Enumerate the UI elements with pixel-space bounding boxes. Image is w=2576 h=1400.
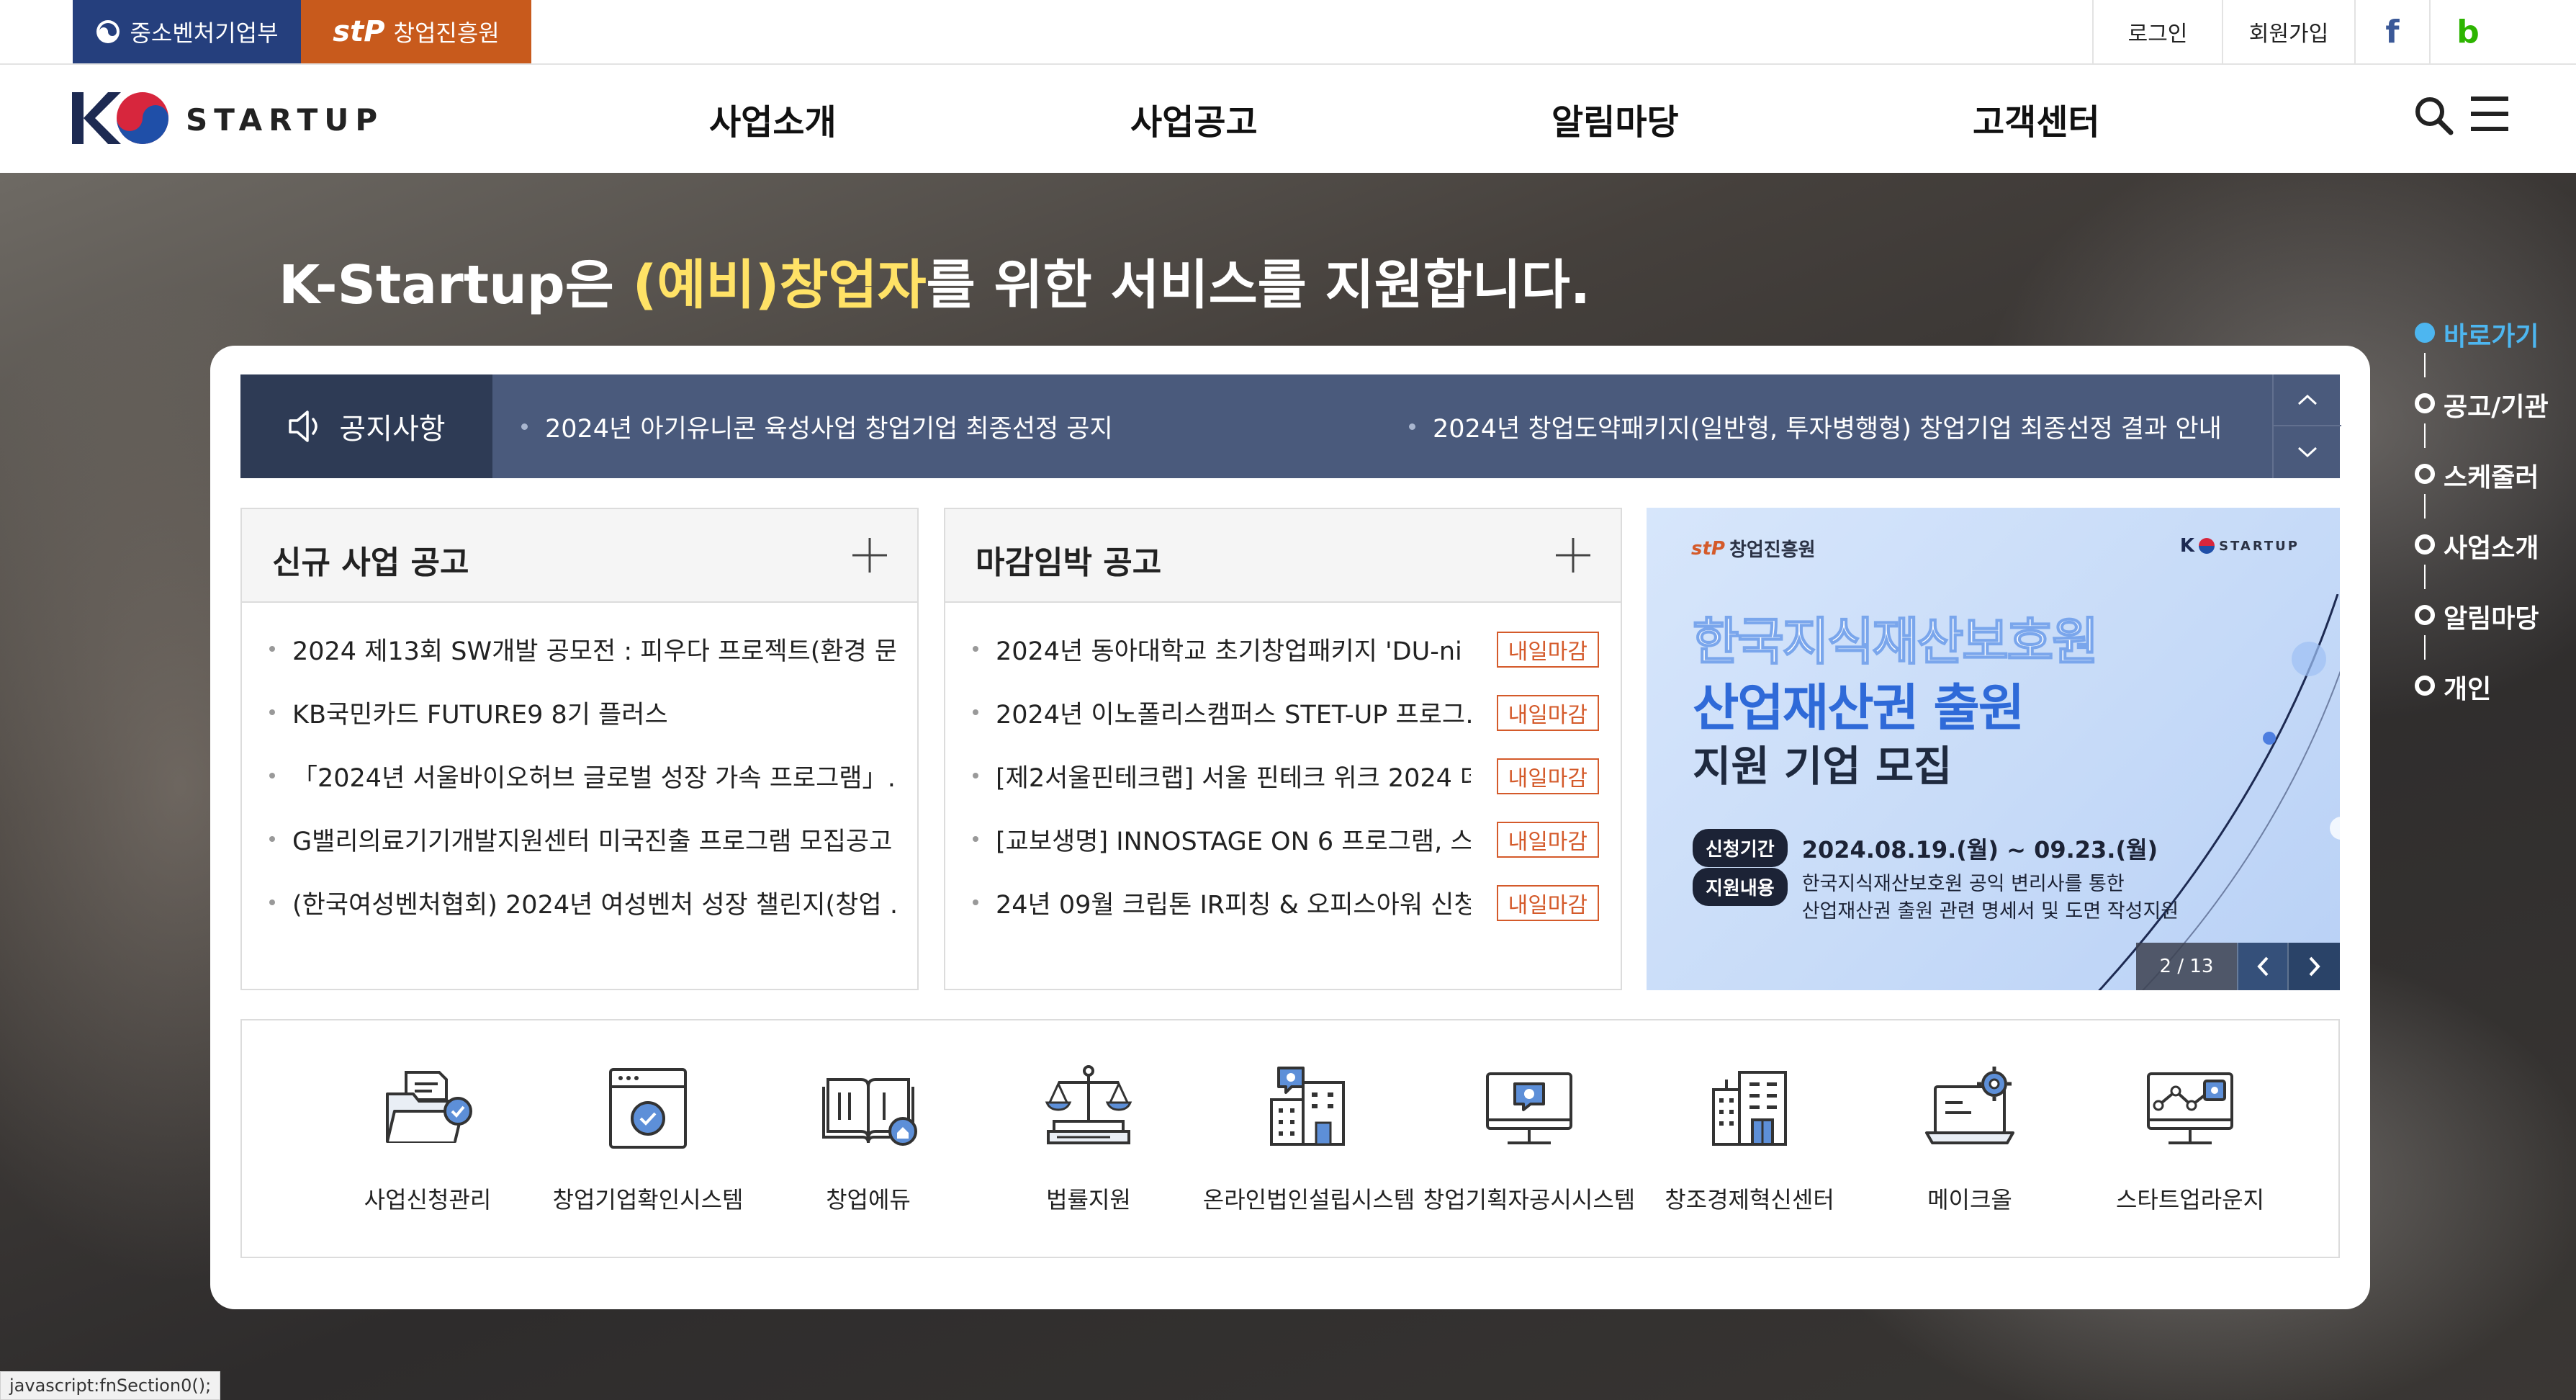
notice-item[interactable]: 2024년 아기유니콘 육성사업 창업기업 최종선정 공지 [521, 374, 1113, 478]
chevron-right-icon[interactable] [2287, 943, 2340, 990]
side-quick-nav: 바로가기 공고/기관 스케줄러 사업소개 알림마당 개인 [2413, 315, 2572, 739]
deadline-badge: 내일마감 [1496, 885, 1599, 921]
plus-icon[interactable] [850, 535, 890, 575]
quick-link-edu[interactable]: 창업에듀 [758, 1058, 978, 1215]
side-nav-news[interactable]: 알림마당 [2413, 598, 2572, 668]
monitor-network-icon [2140, 1058, 2241, 1159]
book-home-icon [818, 1058, 919, 1159]
list-item[interactable]: 2024년 이노폴리스캠퍼스 STET-UP 프로그… 내일마감 [973, 681, 1599, 744]
browser-status-bar: javascript:fnSection0(); [0, 1371, 221, 1400]
quick-link-creative-economy[interactable]: 창조경제혁신센터 [1639, 1058, 1860, 1215]
side-nav-notices[interactable]: 공고/기관 [2413, 386, 2572, 457]
deadline-badge: 내일마감 [1496, 822, 1599, 858]
period-chip: 신청기간 [1693, 829, 1788, 867]
banner-kstartup-logo: K STARTUP [2179, 535, 2300, 557]
list-item[interactable]: [교보생명] INNOSTAGE ON 6 프로그램, 스… 내일마감 [973, 807, 1599, 871]
chevron-up-icon[interactable] [2274, 374, 2341, 426]
side-nav-shortcut[interactable]: 바로가기 [2413, 315, 2572, 386]
kstartup-logo[interactable]: STARTUP [71, 85, 384, 154]
banner-line2: 산업재산권 출원 [1693, 678, 2025, 737]
building-chat-icon [1258, 1058, 1359, 1159]
deadline-badge: 내일마감 [1496, 695, 1599, 731]
notice-controls [2272, 374, 2341, 478]
banner-line3: 지원 기업 모집 [1693, 742, 1953, 791]
quick-link-startup-lounge[interactable]: 스타트업라운지 [2080, 1058, 2300, 1215]
kised-label: 창업진흥원 [393, 19, 500, 47]
quick-link-startup-verify[interactable]: 창업기업확인시스템 [538, 1058, 758, 1215]
folder-check-icon [377, 1058, 478, 1159]
quick-link-makeall[interactable]: 메이크올 [1860, 1058, 2080, 1215]
quick-link-planner-disclosure[interactable]: 창업기획자공시시스템 [1419, 1058, 1639, 1215]
list-item[interactable]: 2024 제13회 SW개발 공모전 : 피우다 프로젝트(환경 문… [269, 617, 896, 681]
main-panel: 공지사항 2024년 아기유니콘 육성사업 창업기업 최종선정 공지 2024년… [210, 346, 2370, 1309]
kised-logo-icon: stP [333, 15, 385, 48]
speaker-icon [287, 409, 325, 444]
quick-link-legal[interactable]: 법률지원 [978, 1058, 1199, 1215]
side-nav-personal[interactable]: 개인 [2413, 668, 2572, 739]
new-biz-title: 신규 사업 공고 [272, 544, 469, 581]
nav-business-notice[interactable]: 사업공고 [1130, 94, 1258, 144]
list-item[interactable]: (한국여성벤처협회) 2024년 여성벤처 성장 챌린지(창업 … [269, 871, 896, 934]
quick-link-online-corp[interactable]: 온라인법인설립시스템 [1199, 1058, 1419, 1215]
office-building-icon [1699, 1058, 1800, 1159]
list-item[interactable]: 「2024년 서울바이오허브 글로벌 성장 가속 프로그램」… [269, 744, 896, 807]
monitor-chat-icon [1479, 1058, 1580, 1159]
kised-link[interactable]: stP 창업진흥원 [301, 0, 531, 63]
mss-label: 중소벤처기업부 [130, 19, 279, 47]
banner-pager: 2 / 13 [2136, 943, 2340, 990]
notice-item[interactable]: 2024년 창업도약패키지(일반형, 투자병행형) 창업기업 최종선정 결과 안… [1409, 374, 2222, 478]
menu-icon[interactable] [2469, 95, 2510, 133]
nav-news[interactable]: 알림마당 [1552, 94, 1679, 144]
facebook-icon[interactable]: f [2354, 0, 2429, 63]
blog-icon[interactable]: b [2429, 0, 2505, 63]
search-icon[interactable] [2413, 95, 2454, 135]
content-line1: 한국지식재산보호원 공익 변리사를 통한 [1801, 873, 2125, 895]
list-item[interactable]: [제2서울핀테크랩] 서울 핀테크 위크 2024 데… 내일마감 [973, 744, 1599, 807]
notice-label: 공지사항 [240, 374, 492, 478]
deadline-box: 마감임박 공고 2024년 동아대학교 초기창업패키지 'DU-ni … 내일마감… [944, 508, 1622, 990]
deadline-badge: 내일마감 [1496, 632, 1599, 668]
top-utility-bar: 중소벤처기업부 stP 창업진흥원 로그인 회원가입 f b [0, 0, 2576, 65]
banner-kised-logo: stP 창업진흥원 [1691, 537, 1816, 562]
k-logo-icon [71, 85, 171, 154]
headline-highlight: (예비)창업자 [632, 254, 927, 316]
list-item[interactable]: 2024년 동아대학교 초기창업패키지 'DU-ni … 내일마감 [973, 617, 1599, 681]
list-item[interactable]: 24년 09월 크립톤 IR피칭 & 오피스아워 신청 … 내일마감 [973, 871, 1599, 934]
banner-page-count: 2 / 13 [2136, 943, 2237, 990]
window-check-icon [598, 1058, 698, 1159]
list-item[interactable]: KB국민카드 FUTURE9 8기 플러스 [269, 681, 896, 744]
side-nav-business[interactable]: 사업소개 [2413, 527, 2572, 598]
notice-bar: 공지사항 2024년 아기유니콘 육성사업 창업기업 최종선정 공지 2024년… [240, 374, 2341, 478]
nav-business-intro[interactable]: 사업소개 [709, 94, 837, 144]
main-header: STARTUP 사업소개 사업공고 알림마당 고객센터 [0, 65, 2576, 173]
side-nav-scheduler[interactable]: 스케줄러 [2413, 457, 2572, 527]
list-item[interactable]: G밸리의료기기개발지원센터 미국진출 프로그램 모집공고 [269, 807, 896, 871]
logo-text: STARTUP [186, 102, 384, 138]
banner-line1: 한국지식재산보호원 [1692, 611, 2099, 672]
content-chip: 지원내용 [1693, 868, 1788, 906]
mss-link[interactable]: 중소벤처기업부 [73, 0, 301, 63]
content-line2: 산업재산권 출원 관련 명세서 및 도면 작성지원 [1801, 900, 2179, 923]
quick-links: 사업신청관리 창업기업확인시스템 창업에듀 법률지원 온라인법인설립시스템 창업… [240, 1019, 2340, 1258]
hero-headline: K-Startup은 (예비)창업자를 위한 서비스를 지원합니다. [279, 254, 1590, 316]
quick-link-application[interactable]: 사업신청관리 [318, 1058, 538, 1215]
deadline-title: 마감임박 공고 [976, 544, 1162, 581]
chevron-left-icon[interactable] [2237, 943, 2287, 990]
period-value: 2024.08.19.(월) ~ 09.23.(월) [1801, 835, 2158, 863]
new-biz-box: 신규 사업 공고 2024 제13회 SW개발 공모전 : 피우다 프로젝트(환… [240, 508, 919, 990]
nav-customer-center[interactable]: 고객센터 [1973, 94, 2100, 144]
scale-books-icon [1038, 1058, 1139, 1159]
mss-emblem-icon [95, 19, 121, 45]
signup-link[interactable]: 회원가입 [2222, 0, 2354, 63]
login-link[interactable]: 로그인 [2092, 0, 2222, 63]
promo-banner[interactable]: stP 창업진흥원 K STARTUP 한국지식재산보호원 산업재산권 출원 지원 … [1647, 508, 2340, 990]
deadline-badge: 내일마감 [1496, 758, 1599, 794]
laptop-gear-icon [1919, 1058, 2020, 1159]
plus-icon[interactable] [1553, 535, 1593, 575]
chevron-down-icon[interactable] [2274, 426, 2341, 478]
